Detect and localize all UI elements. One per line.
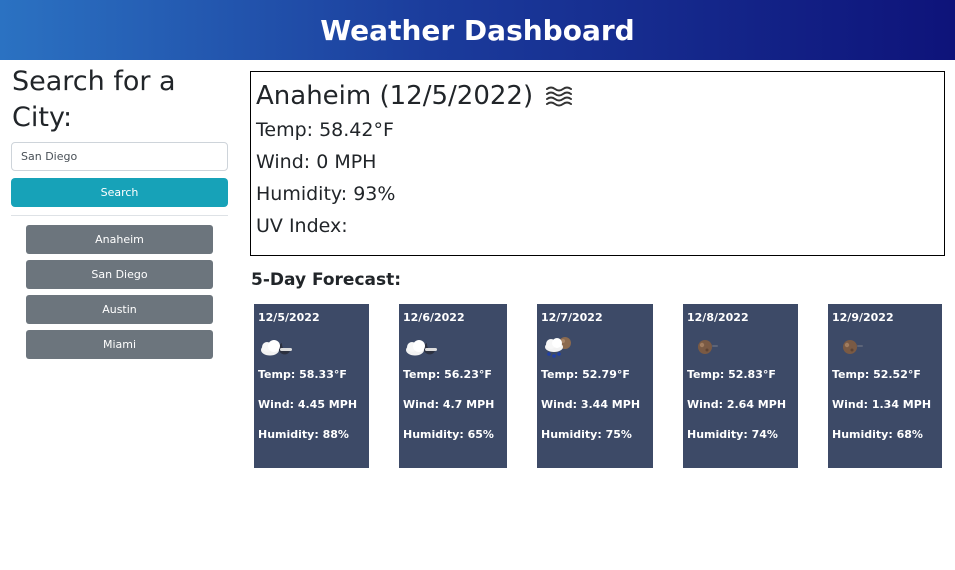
mist-icon (546, 86, 573, 107)
history-button-austin[interactable]: Austin (26, 295, 213, 324)
city-search-input[interactable] (11, 142, 228, 171)
current-weather-card: Anaheim (12/5/2022) Temp: 58.42°F Wind: … (250, 71, 945, 256)
forecast-humidity: Humidity: 74% (687, 428, 778, 441)
forecast-card: 12/5/2022 Temp: 58.33°F Wind: 4.45 MPH H… (254, 304, 369, 468)
history-button-anaheim[interactable]: Anaheim (26, 225, 213, 254)
page-title: Weather Dashboard (320, 13, 635, 47)
forecast-date: 12/7/2022 (541, 311, 603, 324)
search-button[interactable]: Search (11, 178, 228, 207)
divider (11, 215, 228, 216)
search-history-list: Anaheim San Diego Austin Miami (11, 225, 228, 365)
forecast-wind: Wind: 1.34 MPH (832, 398, 932, 411)
history-button-miami[interactable]: Miami (26, 330, 213, 359)
forecast-heading: 5-Day Forecast: (251, 270, 402, 290)
forecast-card: 12/6/2022 Temp: 56.23°F Wind: 4.7 MPH Hu… (399, 304, 507, 468)
current-uv-index: UV Index: (256, 215, 348, 237)
clear-night-icon (698, 340, 718, 354)
current-humidity: Humidity: 93% (256, 183, 396, 205)
clear-night-icon (843, 340, 863, 354)
forecast-wind: Wind: 4.7 MPH (403, 398, 495, 411)
forecast-humidity: Humidity: 65% (403, 428, 494, 441)
partly-cloudy-night-icon (406, 340, 437, 356)
search-sidebar: Search for a City: Search Anaheim San Di… (11, 60, 228, 365)
forecast-temp: Temp: 52.79°F (541, 368, 630, 381)
forecast-card: 12/9/2022 Temp: 52.52°F Wind: 1.34 MPH H… (828, 304, 942, 468)
forecast-card: 12/8/2022 Temp: 52.83°F Wind: 2.64 MPH H… (683, 304, 798, 468)
partly-cloudy-night-icon (261, 340, 292, 356)
forecast-card: 12/7/2022 Temp: 52.79°F Wind: 3.44 MPH H… (537, 304, 653, 468)
page-header: Weather Dashboard (0, 0, 955, 60)
current-temp: Temp: 58.42°F (256, 119, 394, 141)
forecast-temp: Temp: 56.23°F (403, 368, 492, 381)
forecast-date: 12/5/2022 (258, 311, 320, 324)
forecast-humidity: Humidity: 88% (258, 428, 349, 441)
forecast-humidity: Humidity: 75% (541, 428, 632, 441)
forecast-list: 12/5/2022 Temp: 58.33°F Wind: 4.45 MPH H… (254, 304, 942, 469)
forecast-wind: Wind: 4.45 MPH (258, 398, 358, 411)
current-city-date: Anaheim (12/5/2022) (256, 81, 534, 111)
search-heading: Search for a City: (12, 66, 176, 133)
forecast-temp: Temp: 58.33°F (258, 368, 347, 381)
forecast-wind: Wind: 2.64 MPH (687, 398, 787, 411)
forecast-humidity: Humidity: 68% (832, 428, 923, 441)
forecast-temp: Temp: 52.83°F (687, 368, 776, 381)
forecast-date: 12/8/2022 (687, 311, 749, 324)
forecast-date: 12/6/2022 (403, 311, 465, 324)
forecast-date: 12/9/2022 (832, 311, 894, 324)
rain-night-icon (545, 337, 571, 358)
forecast-wind: Wind: 3.44 MPH (541, 398, 641, 411)
current-weather-title-row: Anaheim (12/5/2022) (256, 78, 939, 114)
history-button-san-diego[interactable]: San Diego (26, 260, 213, 289)
forecast-temp: Temp: 52.52°F (832, 368, 921, 381)
current-wind: Wind: 0 MPH (256, 151, 377, 173)
